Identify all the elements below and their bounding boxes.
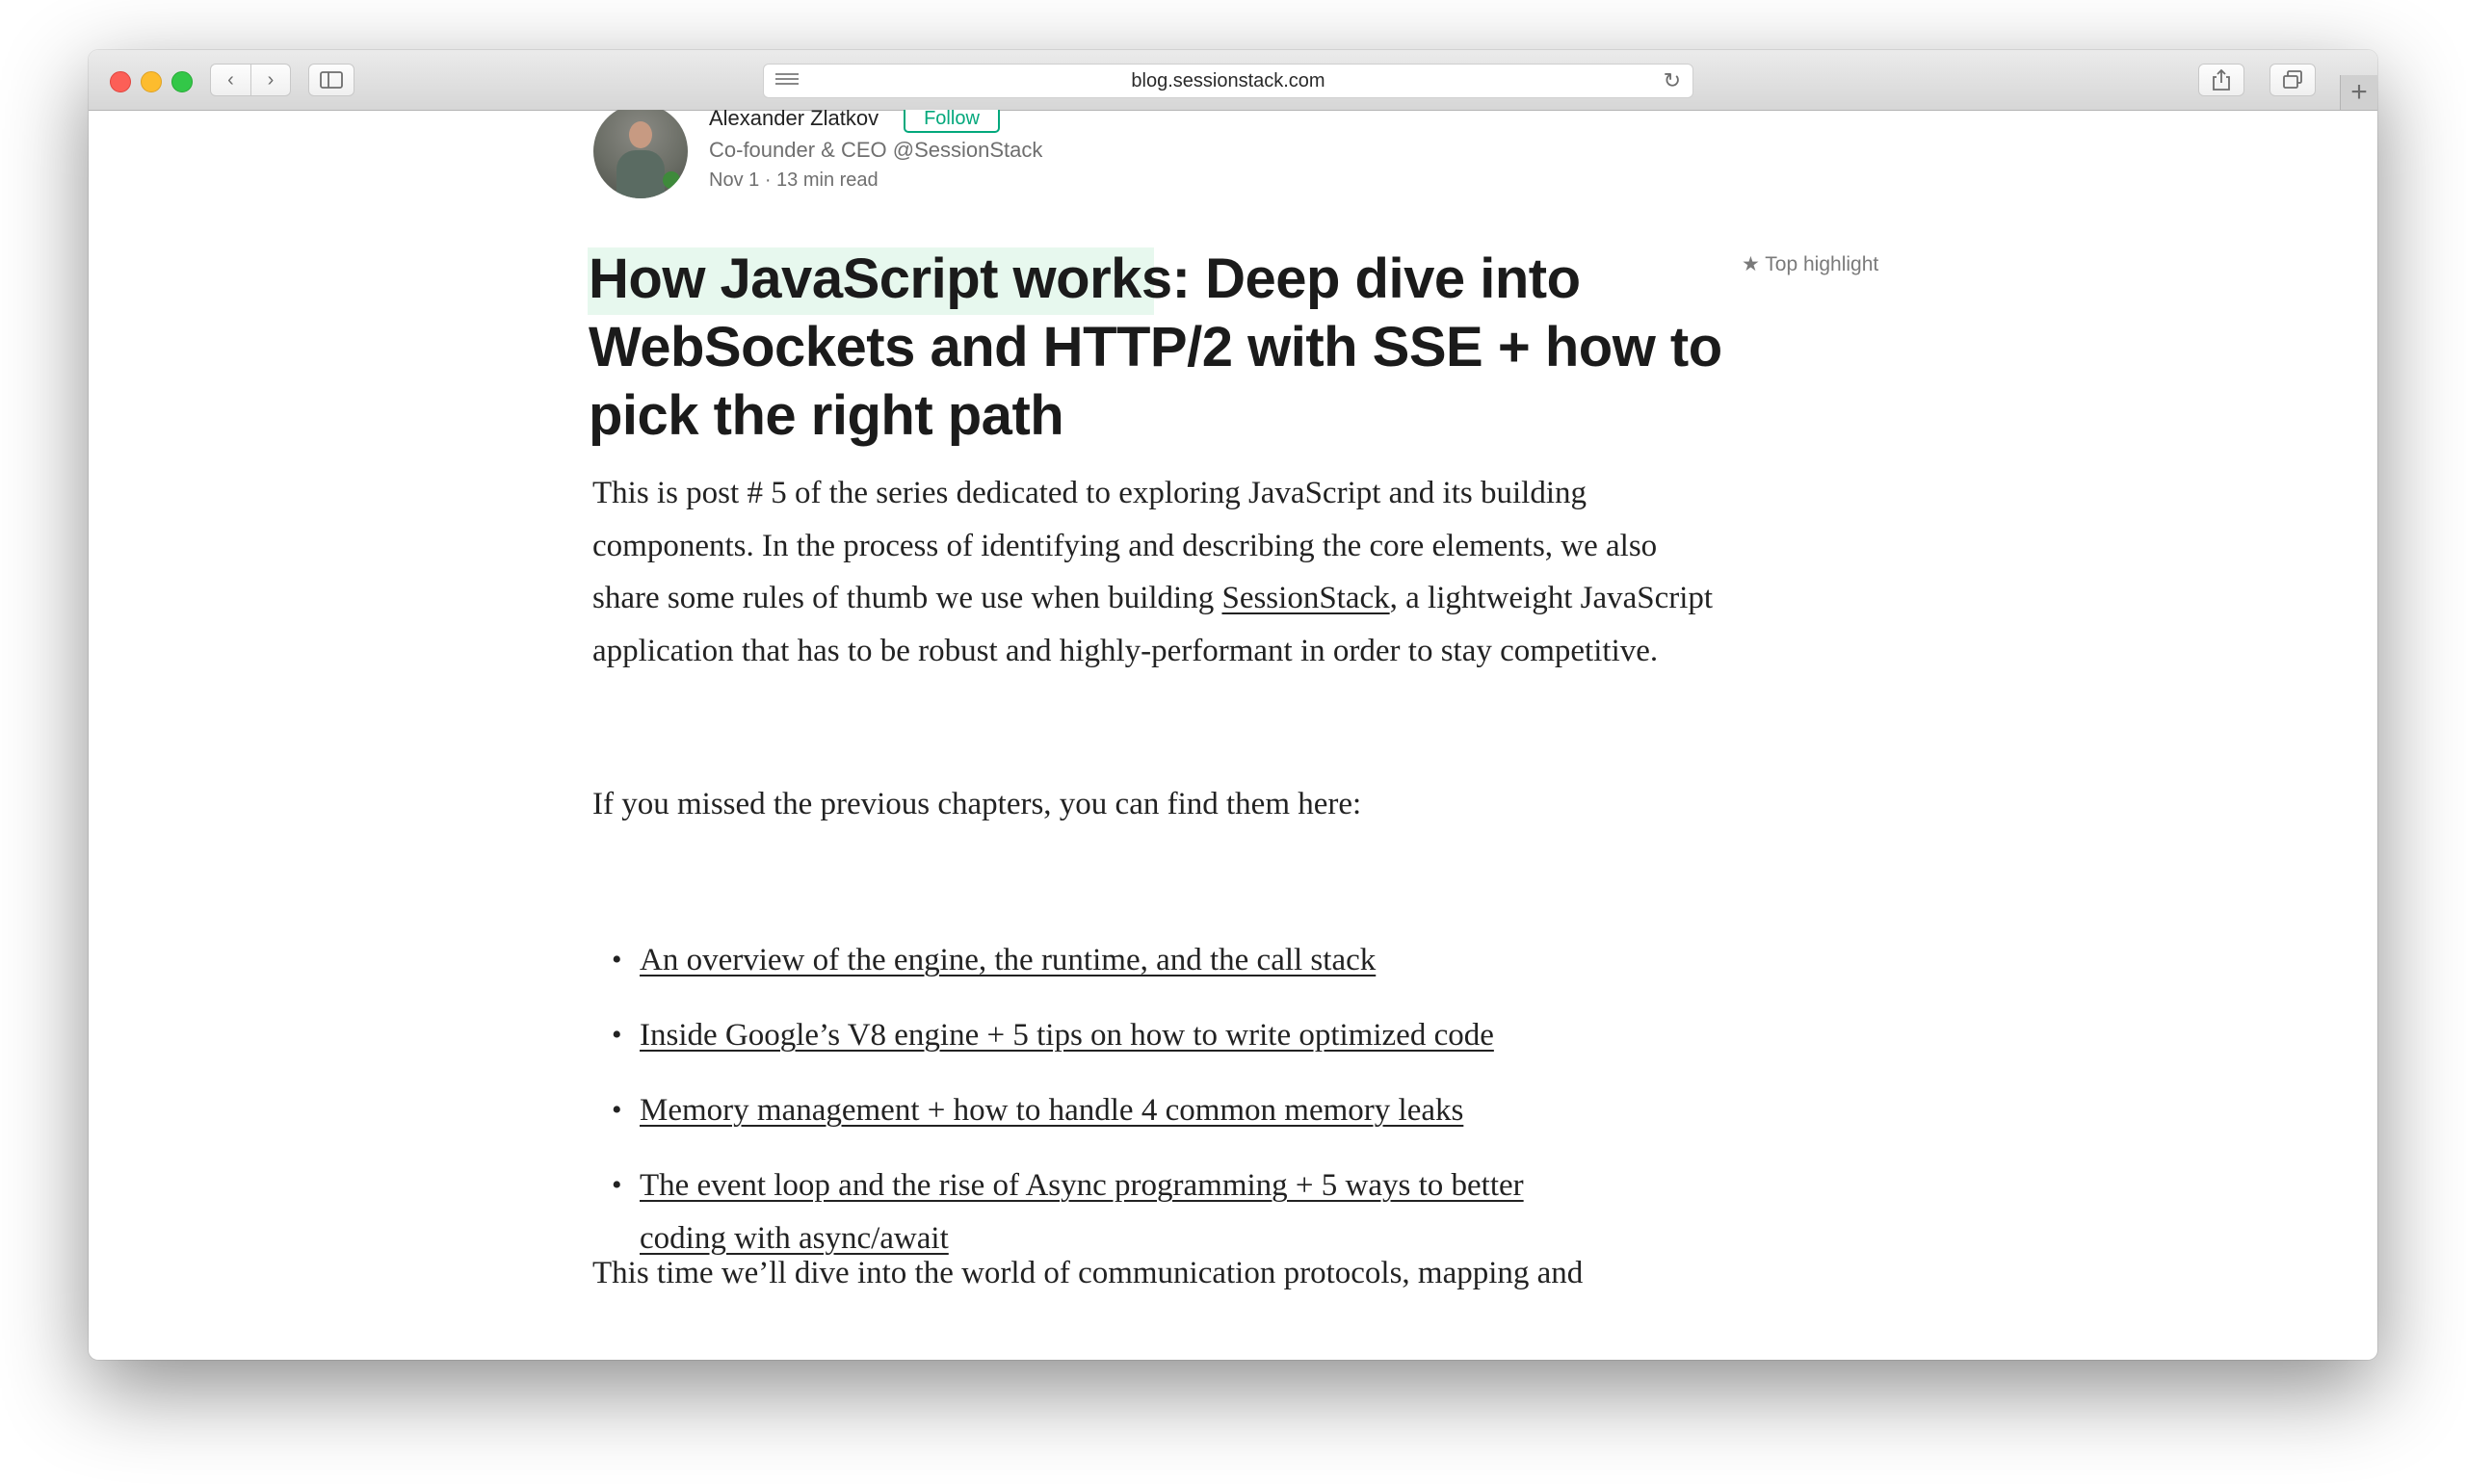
author-bio: Co-founder & CEO @SessionStack (709, 138, 1043, 162)
chevron-right-icon: › (267, 68, 275, 91)
chapter-link[interactable]: Memory management + how to handle 4 comm… (640, 1084, 1641, 1137)
chapter-link[interactable]: Inside Google’s V8 engine + 5 tips on ho… (640, 1009, 1641, 1062)
intro-paragraph: This is post # 5 of the series dedicated… (592, 476, 1714, 668)
chevron-left-icon: ‹ (227, 68, 234, 91)
sessionstack-link[interactable]: SessionStack (1221, 581, 1389, 615)
browser-toolbar: ‹ › blog.sessionstack.com ↻ + (89, 50, 2377, 111)
bullet: • (612, 1094, 622, 1126)
share-icon (2213, 68, 2230, 91)
bullet: • (612, 1019, 622, 1051)
minimize-window-button[interactable] (141, 71, 162, 92)
tabs-icon (2283, 70, 2302, 89)
zoom-window-button[interactable] (171, 71, 193, 92)
post-date: Nov 1 (709, 169, 760, 191)
sidebar-icon (320, 71, 343, 89)
back-button[interactable]: ‹ (210, 64, 250, 96)
sidebar-toggle-button[interactable] (308, 64, 354, 96)
forward-button[interactable]: › (250, 64, 291, 96)
address-bar[interactable]: blog.sessionstack.com ↻ (763, 64, 1693, 98)
star-icon: ★ (1742, 253, 1760, 275)
next-paragraph: This time we’ll dive into the world of c… (592, 1256, 1584, 1290)
plus-icon: + (2350, 76, 2368, 108)
previous-chapters-intro: If you missed the previous chapters, you… (592, 787, 1362, 821)
url-text: blog.sessionstack.com (1131, 70, 1325, 91)
chapter-link[interactable]: An overview of the engine, the runtime, … (640, 934, 1641, 987)
meta-separator: · (764, 169, 772, 191)
close-window-button[interactable] (110, 71, 131, 92)
tabs-overview-button[interactable] (2269, 64, 2316, 96)
article-title: How JavaScript works: Deep dive into Web… (589, 247, 1722, 447)
article-page: Alexander Zlatkov Follow Co-founder & CE… (91, 110, 2375, 1359)
read-time: 13 min read (776, 169, 879, 191)
author-avatar[interactable] (593, 110, 688, 198)
bullet: • (612, 944, 622, 976)
history-nav: ‹ › (210, 64, 291, 96)
share-button[interactable] (2198, 64, 2244, 96)
reload-icon[interactable]: ↻ (1664, 68, 1681, 93)
post-meta: Nov 1 · 13 min read (709, 169, 879, 192)
top-highlight-label: ★ Top highlight (1742, 253, 1879, 275)
new-tab-button[interactable]: + (2340, 75, 2377, 110)
bullet: • (612, 1169, 622, 1201)
